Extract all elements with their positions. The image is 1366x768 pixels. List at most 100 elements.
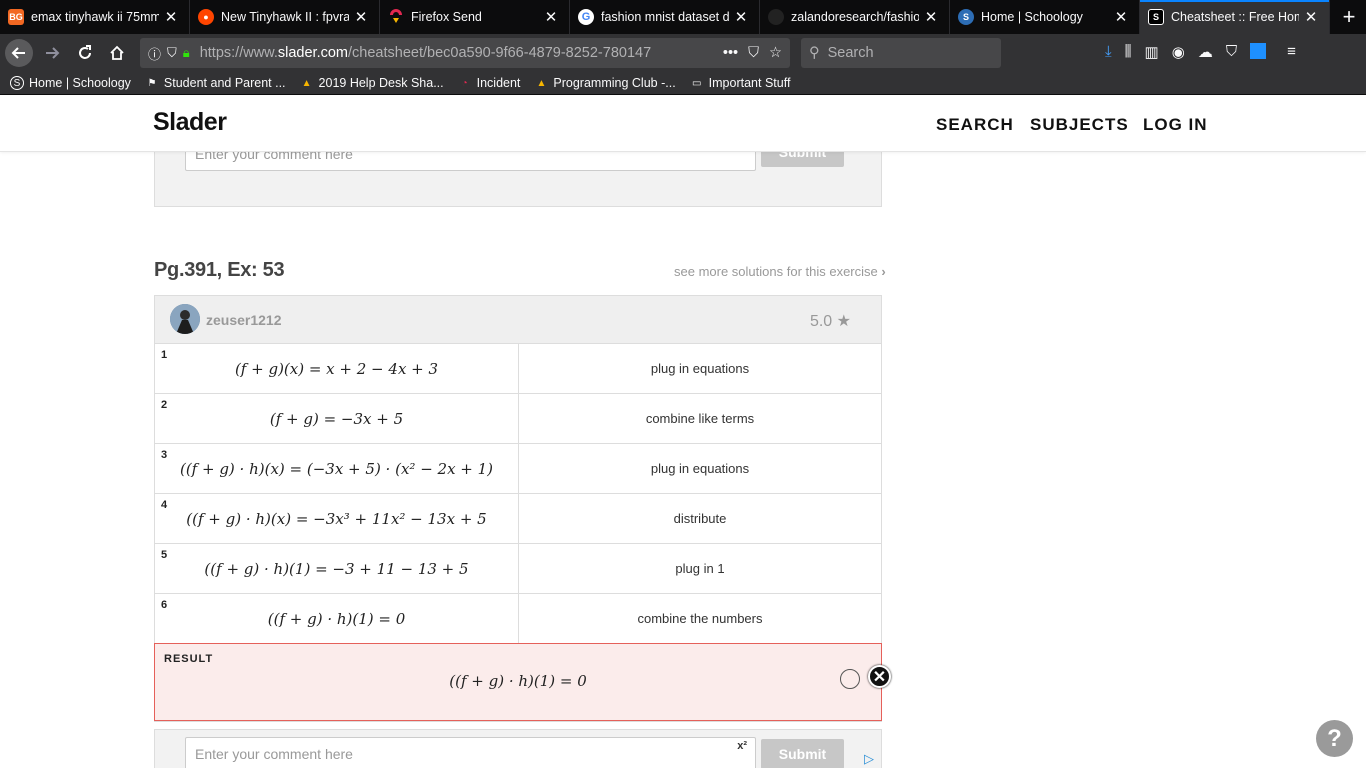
- browser-tab[interactable]: zalandoresearch/fashion ✕: [760, 0, 950, 34]
- tab-close-icon[interactable]: ✕: [1113, 8, 1129, 26]
- step-equation: (f + g)(x) = x + 2 − 4x + 3: [155, 344, 519, 393]
- comment-placeholder: Enter your comment here: [195, 746, 353, 762]
- solution-step: 2 (f + g) = −3x + 5 combine like terms: [155, 394, 881, 444]
- url-bar[interactable]: ⓘ ⛉ 🔒︎ https://www.slader.com/cheatsheet…: [140, 38, 790, 68]
- nav-subjects-link[interactable]: SUBJECTS: [1030, 115, 1129, 135]
- account-icon[interactable]: ◉: [1172, 43, 1185, 61]
- library-icon[interactable]: ⫼: [1125, 43, 1132, 61]
- bookmark-label: Important Stuff: [708, 76, 791, 90]
- google-icon: G: [578, 9, 594, 25]
- solution-step: 4 ((f + g) · h)(x) = −3x³ + 11x² − 13x +…: [155, 494, 881, 544]
- tab-close-icon[interactable]: ✕: [923, 8, 939, 26]
- browser-tab-active[interactable]: S Cheatsheet :: Free Home ✕: [1140, 0, 1330, 34]
- browser-tab[interactable]: ● New Tinyhawk II : fpvraci ✕: [190, 0, 380, 34]
- author-name[interactable]: zeuser1212: [206, 312, 282, 328]
- bookmark-item[interactable]: S Home | Schoology: [10, 76, 131, 90]
- info-icon[interactable]: ⓘ: [148, 44, 161, 63]
- result-equation: ((f + g) · h)(1) = 0: [449, 672, 587, 690]
- menu-icon[interactable]: ≡: [1287, 43, 1296, 61]
- toolbar-icons: ⤓ ⫼ ▥ ◉ ☁ ⛉ ≡: [1105, 43, 1296, 61]
- nav-search-link[interactable]: SEARCH: [936, 115, 1014, 135]
- bookmark-item[interactable]: ▲ 2019 Help Desk Sha...: [300, 76, 444, 90]
- site-logo[interactable]: Slader: [153, 108, 227, 137]
- sidebar-icon[interactable]: ▥: [1145, 43, 1159, 61]
- see-more-link[interactable]: see more solutions for this exercise ›: [674, 264, 886, 279]
- step-explanation: combine like terms: [645, 411, 755, 426]
- browser-tab[interactable]: G fashion mnist dataset do ✕: [570, 0, 760, 34]
- step-number: 5: [161, 549, 168, 561]
- comment-input[interactable]: Enter your comment here x²: [185, 152, 756, 171]
- drive-icon: ▲: [536, 77, 547, 89]
- tab-title: Home | Schoology: [981, 10, 1083, 24]
- step-explanation: distribute: [673, 511, 727, 526]
- step-number: 6: [161, 599, 168, 611]
- submit-button[interactable]: Submit: [761, 739, 844, 768]
- tab-title: fashion mnist dataset do: [601, 10, 729, 24]
- submit-button[interactable]: Submit: [761, 152, 844, 167]
- tab-title: New Tinyhawk II : fpvraci: [221, 10, 349, 24]
- help-button[interactable]: ?: [1316, 720, 1353, 757]
- extension-icon[interactable]: ☁: [1198, 43, 1213, 61]
- exercise-title: Pg.391, Ex: 53: [154, 259, 285, 281]
- url-text[interactable]: https://www.slader.com/cheatsheet/bec0a5…: [200, 45, 715, 61]
- tab-close-icon[interactable]: ✕: [163, 8, 179, 26]
- tab-close-icon[interactable]: ✕: [543, 8, 559, 26]
- url-domain: slader.com: [277, 45, 348, 61]
- superscript-button[interactable]: x²: [737, 740, 747, 752]
- folder-icon: ▭: [691, 77, 702, 89]
- extension-blue-icon[interactable]: [1250, 43, 1267, 59]
- page-content: Enter your comment here x² Submit Pg.391…: [0, 152, 1366, 768]
- forward-button[interactable]: [38, 39, 66, 67]
- tab-title: Firefox Send: [411, 10, 482, 24]
- reaction-icon[interactable]: [840, 669, 860, 689]
- bookmark-star-icon[interactable]: ☆: [769, 45, 782, 61]
- ublock-icon[interactable]: ⛉: [1226, 43, 1237, 61]
- nav-login-link[interactable]: LOG IN: [1143, 115, 1208, 135]
- new-tab-icon[interactable]: +: [1332, 0, 1366, 34]
- result-label: RESULT: [164, 653, 214, 665]
- browser-tab[interactable]: S Home | Schoology ✕: [950, 0, 1140, 34]
- solution-step: 6 ((f + g) · h)(1) = 0 combine the numbe…: [155, 594, 881, 644]
- slader-icon: S: [1148, 9, 1164, 25]
- download-icon[interactable]: ⤓: [1105, 43, 1112, 61]
- lock-icon: 🔒︎: [182, 45, 190, 60]
- adchoices-icon[interactable]: ▷: [864, 751, 880, 767]
- bookmark-item[interactable]: ▲ Programming Club -...: [534, 76, 675, 90]
- url-path: /cheatsheet/bec0a590-9f66-4879-8252-7801…: [348, 45, 652, 61]
- tab-title: emax tinyhawk ii 75mm 1: [31, 10, 159, 24]
- back-arrow-icon: [11, 47, 25, 59]
- pocket-icon[interactable]: ⛉: [748, 45, 759, 61]
- search-bar[interactable]: ⚲ Search: [801, 38, 1001, 68]
- reload-button[interactable]: [71, 39, 99, 67]
- flag-icon: ⚑: [147, 77, 157, 89]
- step-explanation: combine the numbers: [637, 611, 763, 626]
- bookmark-label: Programming Club -...: [553, 76, 676, 90]
- step-equation: ((f + g) · h)(1) = −3 + 11 − 13 + 5: [155, 544, 519, 593]
- search-placeholder: Search: [827, 45, 874, 61]
- page-actions-icon[interactable]: •••: [723, 45, 738, 61]
- bookmark-label: Home | Schoology: [29, 76, 131, 90]
- back-button[interactable]: [5, 39, 33, 67]
- close-ad-icon[interactable]: ✕: [868, 665, 891, 688]
- step-number: 3: [161, 449, 168, 461]
- comment-box: Enter your comment here x² Submit: [154, 729, 882, 768]
- chevron-right-icon: ›: [881, 264, 886, 279]
- avatar[interactable]: [170, 304, 200, 334]
- bookmark-item[interactable]: ⚑ Student and Parent ...: [145, 76, 285, 90]
- tab-close-icon[interactable]: ✕: [733, 8, 749, 26]
- comment-input[interactable]: Enter your comment here x²: [185, 737, 756, 768]
- tab-title: zalandoresearch/fashion: [791, 10, 919, 24]
- bookmark-item[interactable]: ◔ Incident: [458, 76, 521, 90]
- shield-icon[interactable]: ⛉: [167, 45, 177, 61]
- step-number: 2: [161, 399, 168, 411]
- tab-close-icon[interactable]: ✕: [353, 8, 369, 26]
- browser-tab[interactable]: Firefox Send ✕: [380, 0, 570, 34]
- solution-card: zeuser1212 5.0 ★ 1 (f + g)(x) = x + 2 − …: [154, 295, 882, 722]
- home-button[interactable]: [103, 39, 131, 67]
- browser-tab[interactable]: BG emax tinyhawk ii 75mm 1 ✕: [0, 0, 190, 34]
- tab-close-icon[interactable]: ✕: [1303, 8, 1319, 26]
- reddit-icon: ●: [198, 9, 214, 25]
- bookmark-item[interactable]: ▭ Important Stuff: [690, 76, 791, 90]
- incident-icon: ◔: [461, 77, 468, 89]
- rating-value: 5.0: [809, 313, 833, 330]
